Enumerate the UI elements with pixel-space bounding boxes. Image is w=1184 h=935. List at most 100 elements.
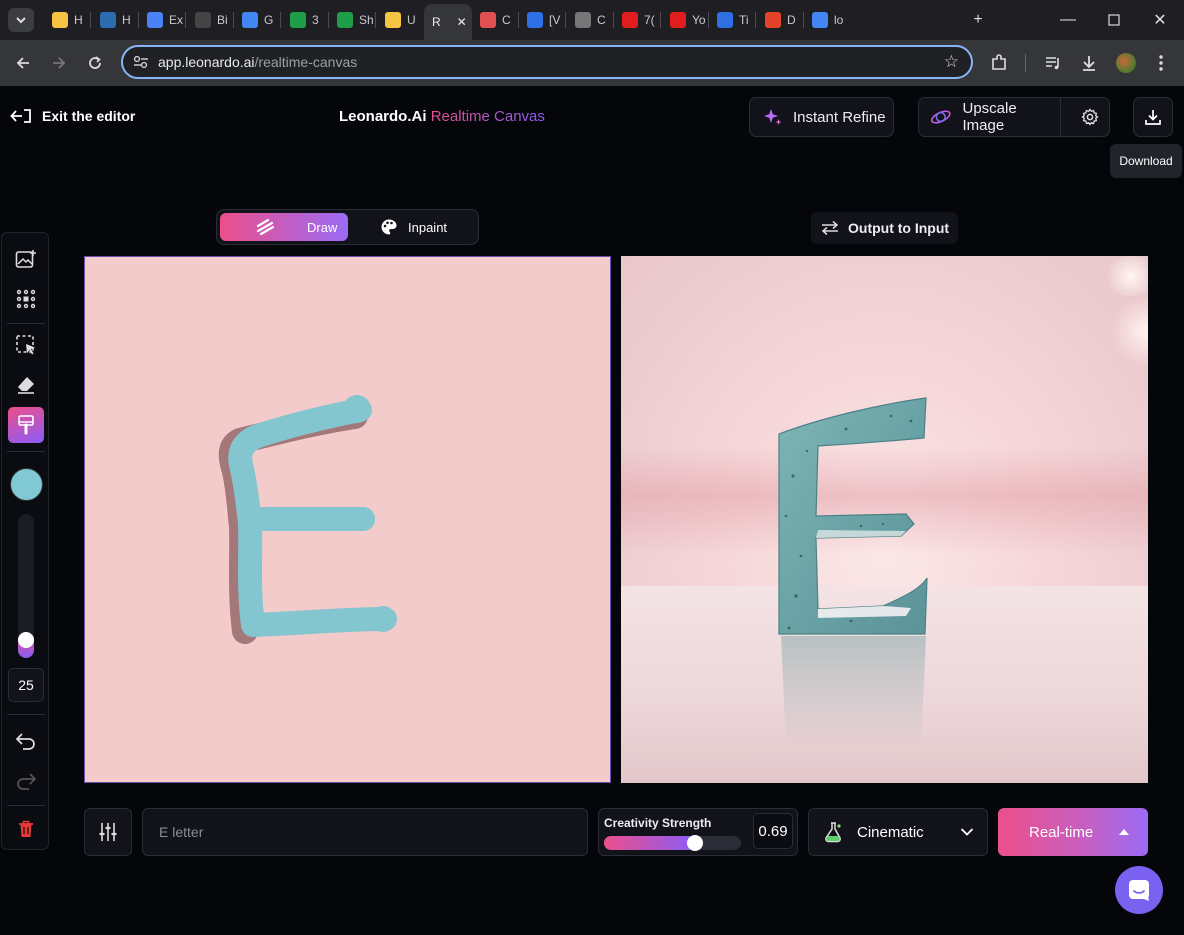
url-bar[interactable]: app.leonardo.ai/realtime-canvas ☆: [121, 45, 973, 79]
caret-up-icon[interactable]: [1119, 828, 1129, 836]
paint-brush-icon: [18, 415, 34, 435]
tab-title: C: [502, 13, 511, 27]
mode-toggle: Draw Inpaint: [216, 209, 479, 245]
inpaint-mode-button[interactable]: Inpaint: [350, 213, 476, 241]
maximize-button[interactable]: [1102, 8, 1126, 32]
brand-name: Leonardo.Ai: [339, 108, 427, 125]
brand-subtitle: Realtime Canvas: [430, 108, 545, 125]
output-to-input-button[interactable]: Output to Input: [811, 212, 958, 244]
browser-tab[interactable]: U: [377, 6, 421, 34]
brush-size-text: 25: [18, 677, 34, 693]
browser-tab[interactable]: Yo: [662, 6, 706, 34]
tab-title: [V: [549, 13, 561, 27]
site-settings-icon[interactable]: [133, 55, 149, 69]
brush-size-value[interactable]: 25: [8, 668, 44, 702]
tab-favicon-icon: [100, 12, 116, 28]
browser-tab[interactable]: R ✕: [424, 4, 472, 40]
brush-tool[interactable]: [8, 407, 44, 443]
close-window-button[interactable]: ✕: [1148, 8, 1172, 32]
clear-canvas-button[interactable]: [8, 811, 44, 847]
instant-refine-button[interactable]: Instant Refine: [749, 97, 894, 137]
reload-button[interactable]: [83, 51, 107, 75]
creativity-strength-label: Creativity Strength: [604, 816, 712, 830]
extensions-button[interactable]: [987, 51, 1011, 75]
add-image-tool[interactable]: [8, 241, 44, 277]
prompt-field[interactable]: E letter: [142, 808, 588, 856]
orbit-icon: [930, 110, 951, 124]
advanced-settings-button[interactable]: [84, 808, 132, 856]
browser-tab[interactable]: Ti: [709, 6, 753, 34]
tab-title: Yo: [692, 13, 706, 27]
arrow-left-icon: [16, 57, 29, 69]
downloads-button[interactable]: [1077, 51, 1101, 75]
maximize-icon: [1108, 14, 1120, 26]
tab-search-button[interactable]: [8, 8, 34, 32]
exit-arrow-icon: [10, 109, 31, 123]
browser-tab[interactable]: 3: [282, 6, 326, 34]
brush-size-slider-thumb[interactable]: [18, 632, 34, 648]
tab-title: U: [407, 13, 416, 27]
page-title: Leonardo.Ai Realtime Canvas: [339, 108, 545, 125]
realtime-generate-button[interactable]: Real-time: [998, 808, 1148, 856]
reload-icon: [89, 56, 101, 69]
browser-tab[interactable]: 7(: [614, 6, 658, 34]
browser-tab[interactable]: H: [92, 6, 136, 34]
sparkle-icon: [764, 109, 782, 125]
upscale-settings-button[interactable]: [1071, 98, 1109, 136]
brush-color-swatch[interactable]: [10, 468, 43, 501]
new-tab-button[interactable]: +: [966, 8, 990, 32]
music-list-icon: [1046, 57, 1059, 70]
tab-separator: [90, 12, 91, 28]
browser-tab[interactable]: C: [567, 6, 611, 34]
instant-refine-label: Instant Refine: [793, 108, 886, 126]
tab-favicon-icon: [717, 12, 733, 28]
toolbar-divider: [7, 451, 45, 452]
drawing-canvas[interactable]: [84, 256, 611, 783]
creativity-strength-slider[interactable]: [604, 835, 741, 851]
dots-grid-icon: [16, 289, 36, 309]
chat-support-button[interactable]: [1115, 866, 1163, 914]
draw-mode-button[interactable]: Draw: [220, 213, 348, 241]
style-select[interactable]: Cinematic: [808, 808, 988, 856]
exit-editor-button[interactable]: Exit the editor: [10, 107, 135, 125]
browser-tab[interactable]: [V: [519, 6, 563, 34]
tab-title: C: [597, 13, 606, 27]
bookmark-star-icon[interactable]: ☆: [944, 52, 959, 72]
creativity-strength-value[interactable]: 0.69: [753, 813, 793, 849]
profile-avatar[interactable]: [1116, 53, 1136, 73]
grid-select-tool[interactable]: [8, 281, 44, 317]
creativity-strength-slider-thumb[interactable]: [687, 835, 703, 851]
tab-favicon-icon: [385, 12, 401, 28]
browser-tab[interactable]: Sh: [329, 6, 373, 34]
select-tool[interactable]: [8, 327, 44, 363]
browser-tab[interactable]: C: [472, 6, 516, 34]
minimize-button[interactable]: —: [1056, 8, 1080, 32]
browser-tab-bar: H H Ex Bi G 3 Sh U R ✕ C [V C 7(Yo Ti Dlo + — ✕: [0, 0, 1184, 40]
inpaint-mode-label: Inpaint: [408, 219, 448, 235]
back-button[interactable]: [11, 51, 35, 75]
sliders-icon: [99, 823, 117, 841]
redo-button[interactable]: [8, 763, 44, 799]
exit-editor-label: Exit the editor: [42, 108, 136, 124]
browser-tab[interactable]: H: [44, 6, 88, 34]
undo-icon: [15, 733, 35, 750]
browser-tab[interactable]: Bi: [187, 6, 231, 34]
download-button[interactable]: [1133, 97, 1173, 137]
tab-favicon-icon: [812, 12, 828, 28]
browser-tab[interactable]: lo: [804, 6, 848, 34]
browser-tab[interactable]: Ex: [139, 6, 183, 34]
puzzle-icon: [992, 54, 1006, 70]
media-control-button[interactable]: [1041, 51, 1065, 75]
close-tab-icon[interactable]: ✕: [457, 15, 467, 29]
browser-tab[interactable]: G: [234, 6, 278, 34]
undo-button[interactable]: [8, 723, 44, 759]
browser-tab[interactable]: D: [757, 6, 801, 34]
brush-size-slider[interactable]: [18, 514, 34, 658]
prompt-text: E letter: [159, 824, 204, 840]
eraser-tool[interactable]: [8, 367, 44, 403]
tab-favicon-icon: [622, 12, 638, 28]
tab-favicon-icon: [527, 12, 543, 28]
forward-button[interactable]: [47, 51, 71, 75]
upscale-image-button[interactable]: Upscale Image: [919, 98, 1062, 136]
browser-menu-button[interactable]: [1149, 51, 1173, 75]
